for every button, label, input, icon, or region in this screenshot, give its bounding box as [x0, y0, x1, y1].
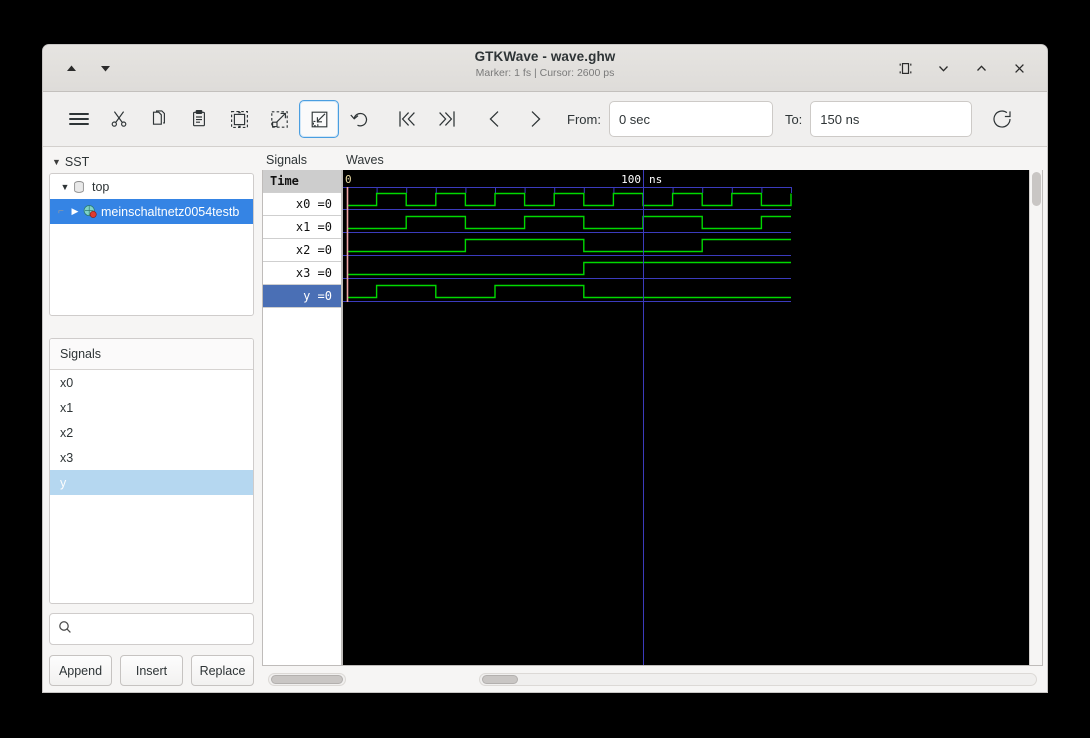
- signals-list: x0 x1 x2 x3 y: [50, 370, 253, 603]
- search-box[interactable]: [49, 613, 254, 645]
- tree-item-top[interactable]: ▼ top: [50, 174, 253, 199]
- waves-column: Waves 0 100 ns: [342, 153, 1043, 666]
- to-input[interactable]: [810, 101, 973, 137]
- waveform-plot: 0 100 ns: [343, 170, 792, 665]
- cylinder-icon: [72, 179, 87, 194]
- left-scroll-zone: [262, 672, 475, 686]
- list-item[interactable]: x1: [50, 395, 253, 420]
- chevron-right-icon: ▶: [71, 206, 79, 216]
- zoom-out-arrow-icon[interactable]: [259, 100, 299, 138]
- to-label: To:: [784, 111, 803, 127]
- tree-item-label: meinschaltnetz0054testb: [101, 204, 240, 219]
- wave-pane: Signals Time x0 =0 x1 =0 x2 =0 x3 =0 y =…: [262, 147, 1047, 692]
- scrollbar-thumb[interactable]: [1032, 172, 1041, 206]
- svg-text:0: 0: [345, 173, 352, 186]
- signal-row-x3[interactable]: x3 =0: [263, 262, 341, 285]
- chevron-left-icon[interactable]: [475, 100, 515, 138]
- time-header-cell: Time: [263, 170, 341, 193]
- triangle-up-icon[interactable]: [61, 58, 81, 78]
- signal-name: x0: [60, 375, 74, 390]
- undo-arrow-icon[interactable]: [339, 100, 379, 138]
- append-button[interactable]: Append: [49, 655, 112, 686]
- restore-window-icon[interactable]: [897, 60, 914, 77]
- from-input[interactable]: [608, 101, 773, 137]
- signal-names-column: Signals Time x0 =0 x1 =0 x2 =0 x3 =0 y =…: [262, 153, 342, 666]
- chevron-down-icon: ▼: [60, 181, 70, 192]
- triangle-down-icon[interactable]: [95, 58, 115, 78]
- tree-item-meinschaltnetz[interactable]: ⌐ ▶ meinschaltnetz0054testb: [50, 199, 253, 224]
- window-body: ▼ SST ▼ top ⌐ ▶ meinschaltnetz0054testb …: [43, 147, 1047, 692]
- waves-frame: 0 100 ns: [342, 170, 1043, 666]
- list-item[interactable]: y: [50, 470, 253, 495]
- list-item[interactable]: x2: [50, 420, 253, 445]
- main-toolbar: From: To:: [43, 92, 1047, 147]
- bottom-scrollbars: [262, 666, 1043, 692]
- clipboard-icon[interactable]: [179, 100, 219, 138]
- title-bar: GTKWave - wave.ghw Marker: 1 fs | Cursor…: [43, 45, 1047, 92]
- signal-names-title: Signals: [266, 153, 307, 167]
- scrollbar-thumb[interactable]: [271, 674, 343, 684]
- reload-circular-icon[interactable]: [982, 100, 1022, 138]
- replace-button[interactable]: Replace: [191, 655, 254, 686]
- chevron-up-icon[interactable]: [973, 60, 990, 77]
- sst-sidebar: ▼ SST ▼ top ⌐ ▶ meinschaltnetz0054testb …: [43, 147, 256, 692]
- signal-name: x3: [60, 450, 74, 465]
- zoom-in-arrow-icon[interactable]: [299, 100, 339, 138]
- signal-name: x1: [60, 400, 74, 415]
- close-icon[interactable]: [1011, 60, 1028, 77]
- gtkwave-window: GTKWave - wave.ghw Marker: 1 fs | Cursor…: [42, 44, 1048, 693]
- svg-text:ns: ns: [649, 173, 662, 186]
- sst-tree: ▼ top ⌐ ▶ meinschaltnetz0054testb: [49, 173, 254, 316]
- scissors-icon[interactable]: [99, 100, 139, 138]
- signal-row-x2[interactable]: x2 =0: [263, 239, 341, 262]
- sidebar-horizontal-scrollbar[interactable]: [268, 672, 346, 686]
- chevron-right-icon[interactable]: [515, 100, 555, 138]
- chevron-down-icon: ▼: [52, 156, 61, 167]
- wave-canvas[interactable]: 0 100 ns: [343, 170, 1029, 665]
- scrollbar-thumb[interactable]: [482, 674, 518, 684]
- svg-text:100: 100: [621, 173, 641, 186]
- signals-list-header: Signals: [50, 339, 253, 370]
- signal-name: x2: [60, 425, 74, 440]
- sst-label: SST: [64, 155, 90, 169]
- right-scroll-zone: [475, 672, 1043, 686]
- skip-backward-icon[interactable]: [387, 100, 427, 138]
- signal-row-x1[interactable]: x1 =0: [263, 216, 341, 239]
- action-button-row: Append Insert Replace: [49, 655, 254, 686]
- signal-names-frame: Time x0 =0 x1 =0 x2 =0 x3 =0 y =0: [262, 170, 342, 666]
- tree-guide-dots: ⌐: [58, 206, 64, 217]
- sst-header[interactable]: ▼ SST: [49, 153, 254, 171]
- list-item[interactable]: x3: [50, 445, 253, 470]
- wave-area: Signals Time x0 =0 x1 =0 x2 =0 x3 =0 y =…: [262, 153, 1043, 666]
- signal-row-x0[interactable]: x0 =0: [263, 193, 341, 216]
- signal-name: y: [60, 475, 67, 490]
- copy-icon[interactable]: [139, 100, 179, 138]
- tree-item-label: top: [92, 179, 110, 194]
- signal-row-y[interactable]: y =0: [263, 285, 341, 308]
- chevron-down-icon[interactable]: [935, 60, 952, 77]
- hamburger-menu-icon[interactable]: [59, 100, 99, 138]
- module-icon: [82, 204, 98, 220]
- signals-list-panel: Signals x0 x1 x2 x3 y: [49, 338, 254, 604]
- list-item[interactable]: x0: [50, 370, 253, 395]
- from-label: From:: [567, 111, 601, 127]
- zoom-fit-icon[interactable]: [219, 100, 259, 138]
- search-input[interactable]: [79, 622, 245, 636]
- search-icon: [58, 620, 72, 639]
- wave-horizontal-scrollbar[interactable]: [479, 672, 1037, 686]
- waves-title: Waves: [346, 153, 384, 167]
- insert-button[interactable]: Insert: [120, 655, 183, 686]
- skip-forward-icon[interactable]: [427, 100, 467, 138]
